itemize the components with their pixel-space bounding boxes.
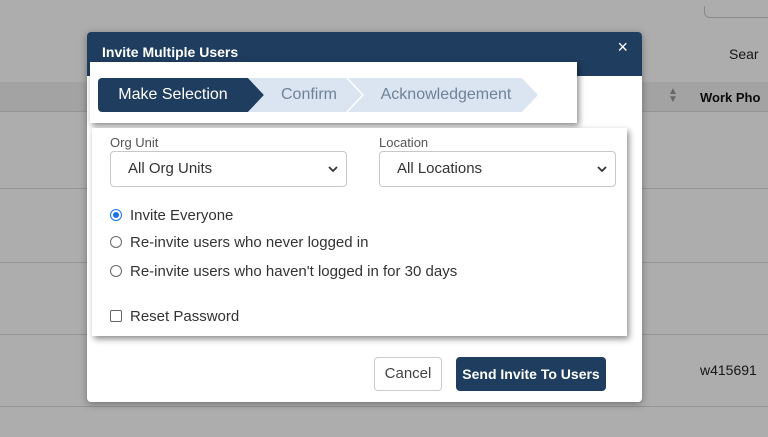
org-unit-label: Org Unit bbox=[110, 135, 159, 150]
org-unit-value: All Org Units bbox=[128, 160, 213, 177]
wizard-stepper: Make Selection Confirm Acknowledgement bbox=[98, 78, 538, 112]
step-acknowledgement[interactable]: Acknowledgement bbox=[348, 78, 538, 112]
radio-button[interactable] bbox=[110, 236, 122, 248]
cancel-button[interactable]: Cancel bbox=[374, 357, 442, 391]
close-icon[interactable]: × bbox=[617, 37, 628, 58]
step-make-selection[interactable]: Make Selection bbox=[98, 78, 264, 112]
location-select[interactable]: All Locations bbox=[379, 151, 616, 187]
selection-form: Org Unit All Org Units Location All Loca… bbox=[92, 128, 627, 336]
modal-title: Invite Multiple Users bbox=[102, 44, 239, 60]
send-invite-button[interactable]: Send Invite To Users bbox=[456, 357, 606, 391]
option-reinvite-inactive-30-days[interactable]: Re-invite users who haven't logged in fo… bbox=[110, 261, 457, 281]
radio-button-checked[interactable] bbox=[110, 209, 122, 221]
org-unit-select[interactable]: All Org Units bbox=[110, 151, 347, 187]
reset-password-label: Reset Password bbox=[130, 307, 240, 325]
location-label: Location bbox=[379, 135, 429, 150]
chevron-down-icon bbox=[328, 166, 338, 173]
option-label: Re-invite users who haven't logged in fo… bbox=[130, 262, 458, 280]
location-value: All Locations bbox=[397, 160, 483, 177]
stepper-panel: Make Selection Confirm Acknowledgement bbox=[90, 62, 577, 123]
option-reinvite-never-logged-in[interactable]: Re-invite users who never logged in bbox=[110, 232, 368, 252]
step-confirm[interactable]: Confirm bbox=[248, 78, 362, 112]
option-label: Invite Everyone bbox=[130, 206, 234, 224]
reset-password-checkbox[interactable] bbox=[110, 310, 122, 322]
option-invite-everyone[interactable]: Invite Everyone bbox=[110, 205, 233, 225]
radio-button[interactable] bbox=[110, 265, 122, 277]
option-label: Re-invite users who never logged in bbox=[130, 233, 369, 251]
reset-password-option[interactable]: Reset Password bbox=[110, 306, 239, 326]
chevron-down-icon bbox=[597, 166, 607, 173]
